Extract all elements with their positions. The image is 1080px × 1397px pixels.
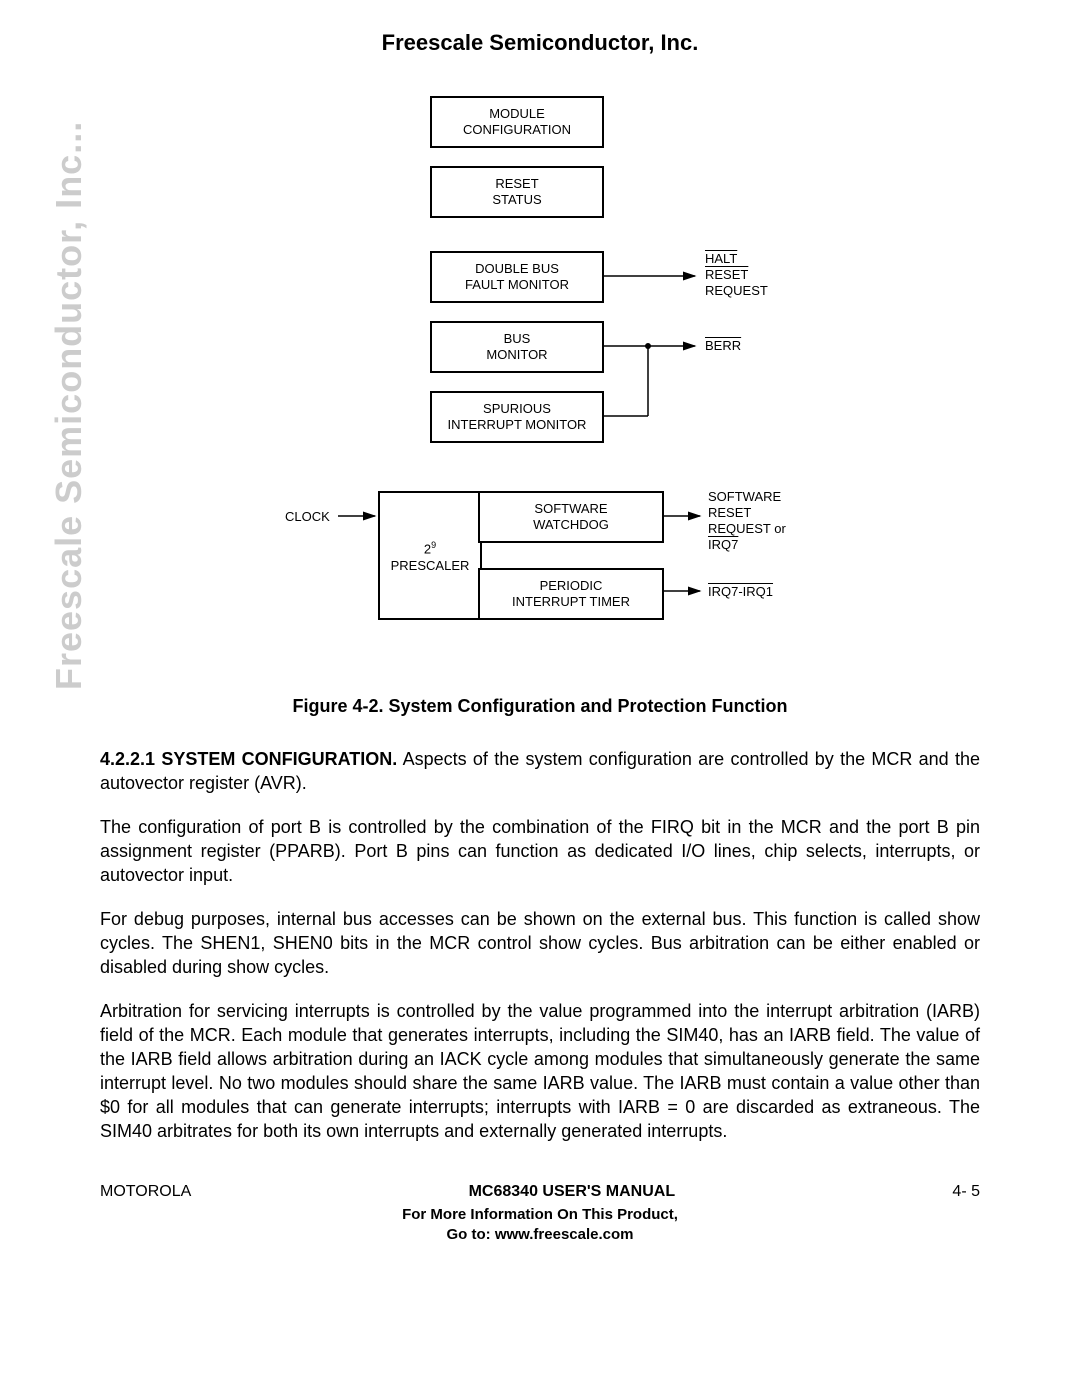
box-reset-status: RESET STATUS [430, 166, 604, 218]
footer-right: 4- 5 [952, 1183, 980, 1201]
box-text: STATUS [492, 192, 541, 208]
box-text: BUS [504, 331, 531, 347]
footer-center: MC68340 USER'S MANUAL [469, 1183, 676, 1201]
paragraph-3: For debug purposes, internal bus accesse… [100, 907, 980, 979]
label-line: RESET [708, 505, 751, 520]
page: Freescale Semiconductor, Inc... Freescal… [0, 0, 1080, 1275]
box-text: CONFIGURATION [463, 122, 571, 138]
paragraph-1: 4.2.2.1 SYSTEM CONFIGURATION. Aspects of… [100, 747, 980, 795]
label-line: REQUEST or [708, 521, 786, 536]
box-module-configuration: MODULE CONFIGURATION [430, 96, 604, 148]
page-header-title: Freescale Semiconductor, Inc. [100, 30, 980, 56]
box-text: PERIODIC [540, 578, 603, 594]
paragraph-2: The configuration of port B is controlle… [100, 815, 980, 887]
label-berr-text: BERR [705, 338, 741, 353]
label-line: SOFTWARE [708, 489, 781, 504]
footer-info-line2: Go to: www.freescale.com [447, 1226, 634, 1243]
box-periodic-interrupt-timer: PERIODIC INTERRUPT TIMER [478, 568, 664, 620]
box-double-bus-fault-monitor: DOUBLE BUS FAULT MONITOR [430, 251, 604, 303]
footer-left: MOTOROLA [100, 1183, 191, 1201]
block-diagram: MODULE CONFIGURATION RESET STATUS DOUBLE… [170, 96, 910, 656]
watermark-text: Freescale Semiconductor, Inc... [48, 121, 90, 690]
label-berr: BERR [705, 338, 741, 354]
box-text: WATCHDOG [533, 517, 609, 533]
footer-info: For More Information On This Product, Go… [100, 1205, 980, 1245]
box-text: DOUBLE BUS [475, 261, 559, 277]
label-request: REQUEST [705, 283, 768, 298]
label-irq7: IRQ7 [708, 537, 738, 552]
box-software-watchdog: SOFTWARE WATCHDOG [478, 491, 664, 543]
figure-caption: Figure 4-2. System Configuration and Pro… [100, 696, 980, 717]
prescaler-exp: 9 [431, 540, 436, 550]
label-clock: CLOCK [285, 509, 330, 525]
box-text: SOFTWARE [534, 501, 607, 517]
box-text: 29 [424, 537, 436, 557]
label-software-reset-request: SOFTWARE RESET REQUEST or IRQ7 [708, 489, 786, 553]
box-bus-monitor: BUS MONITOR [430, 321, 604, 373]
label-irq-range-text: IRQ7-IRQ1 [708, 584, 773, 599]
box-text: INTERRUPT TIMER [512, 594, 630, 610]
label-halt: HALT [705, 251, 737, 266]
box-text: INTERRUPT MONITOR [448, 417, 587, 433]
box-text: MONITOR [486, 347, 547, 363]
label-halt-reset-request: HALT RESET REQUEST [705, 251, 768, 299]
section-heading: 4.2.2.1 SYSTEM CONFIGURATION. [100, 749, 397, 769]
box-text: SPURIOUS [483, 401, 551, 417]
box-prescaler: 29 PRESCALER [378, 491, 482, 620]
box-text: MODULE [489, 106, 545, 122]
label-line: IRQ7 [708, 537, 738, 552]
label-irq-range: IRQ7-IRQ1 [708, 584, 773, 600]
box-text: PRESCALER [391, 558, 470, 574]
paragraph-4: Arbitration for servicing interrupts is … [100, 999, 980, 1143]
label-reset: RESET [705, 267, 748, 282]
box-text: RESET [495, 176, 538, 192]
footer-row: MOTOROLA MC68340 USER'S MANUAL 4- 5 [100, 1183, 980, 1201]
footer-info-line1: For More Information On This Product, [402, 1206, 678, 1223]
box-spurious-interrupt-monitor: SPURIOUS INTERRUPT MONITOR [430, 391, 604, 443]
box-text: FAULT MONITOR [465, 277, 569, 293]
